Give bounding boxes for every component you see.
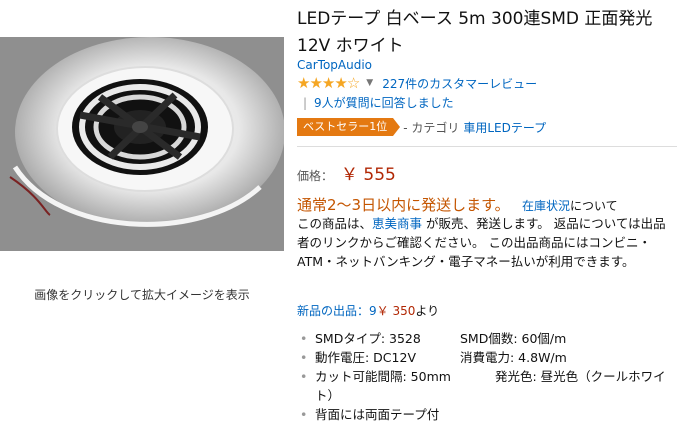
new-offers: 新品の出品：9￥ 350より [297, 302, 439, 319]
spec-item: 背面には両面テープ付 [315, 407, 440, 422]
bestseller-row: ベストセラー1位 - カテゴリ 車用LEDテープ [297, 118, 546, 136]
chevron-down-icon[interactable]: ▼ [366, 78, 373, 88]
star-icon: ★ [297, 74, 310, 92]
zoom-hint: 画像をクリックして拡大イメージを表示 [34, 288, 250, 302]
star-rating[interactable]: ★★★★☆ [297, 74, 360, 92]
spec-item: SMDタイプ: 3528 [315, 331, 421, 346]
price-value: ￥ 555 [341, 165, 396, 185]
feature-bullets: SMDタイプ: 3528 SMD個数: 60個/m 動作電圧: DC12V 消費電力… [297, 329, 677, 424]
qa-link[interactable]: 9人が質問に回答しました [314, 96, 454, 110]
stock-status-link[interactable]: 在庫状況 [522, 199, 570, 213]
star-empty-icon: ☆ [346, 74, 360, 92]
price-label: 価格： [297, 169, 334, 183]
divider: | [303, 96, 308, 110]
shipping-headline: 通常2～3日以内に発送します。 [297, 196, 510, 214]
star-icon: ★ [334, 74, 347, 92]
rating-row: ★★★★☆ ▼ 227件のカスタマーレビュー [297, 74, 537, 92]
new-offers-label: 新品の出品：9 [297, 304, 377, 318]
new-offers-suffix: より [415, 304, 440, 318]
list-item: 背面には両面テープ付 [297, 405, 677, 424]
new-offers-link[interactable]: 新品の出品：9￥ 350 [297, 304, 415, 318]
bestseller-badge[interactable]: ベストセラー1位 [297, 118, 401, 136]
price-row: 価格： ￥ 555 [297, 160, 396, 185]
category-link[interactable]: 車用LEDテープ [463, 119, 546, 136]
seller-prefix: この商品は、 [297, 216, 373, 231]
list-item: カット可能間隔: 50mm発光色: 昼光色（クールホワイト） [297, 367, 677, 405]
spec-item: SMD個数: 60個/m [460, 331, 567, 346]
star-icon: ★ [309, 74, 322, 92]
spec-item: 消費電力: 4.8W/m [460, 350, 567, 365]
stock-suffix: について [570, 199, 618, 213]
qa-row: | 9人が質問に回答しました [297, 94, 454, 111]
review-count-link[interactable]: 227件のカスタマーレビュー [382, 75, 537, 92]
led-reel-image [0, 37, 284, 251]
new-offers-price: ￥ 350 [376, 304, 416, 318]
divider [297, 146, 677, 147]
list-item: SMDタイプ: 3528 SMD個数: 60個/m [297, 329, 677, 348]
star-icon: ★ [321, 74, 335, 92]
spec-item: カット可能間隔: 50mm [315, 369, 451, 384]
list-item: 動作電圧: DC12V 消費電力: 4.8W/m [297, 348, 677, 367]
brand-link[interactable]: CarTopAudio [297, 58, 372, 72]
seller-link[interactable]: 恵美商事 [372, 216, 422, 231]
seller-info: この商品は、恵美商事 が販売、発送します。 返品については出品者のリンクからご確… [297, 214, 677, 271]
shipping-info: 通常2～3日以内に発送します。 在庫状況について [297, 194, 618, 215]
product-image[interactable] [0, 37, 284, 251]
category-prefix: - カテゴリ [403, 120, 460, 135]
spec-item: 動作電圧: DC12V [315, 350, 416, 365]
product-title: LEDテープ 白ベース 5m 300連SMD 正面発光 12V ホワイト [297, 9, 653, 56]
